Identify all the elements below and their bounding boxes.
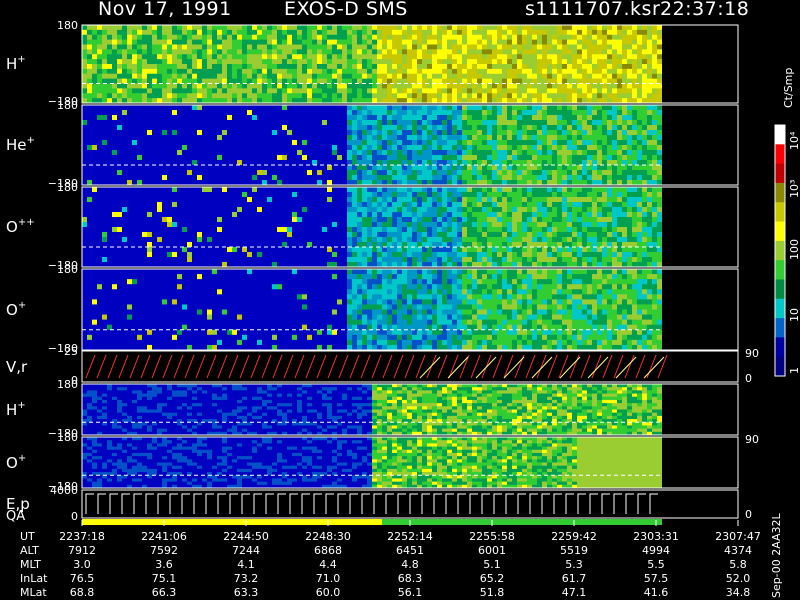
table-cell: 68.3: [397, 572, 423, 585]
table-cell: 2255:58: [469, 530, 515, 543]
table-cell: 4374: [724, 544, 752, 557]
colorbar-swatch: [775, 356, 785, 377]
table-cell: 4.1: [237, 558, 255, 571]
table-cell: 75.1: [151, 572, 177, 585]
colorbar-swatch: [775, 318, 785, 338]
row-label: MLat: [20, 586, 47, 599]
table-cell: 5.5: [647, 558, 665, 571]
table-cell: 6451: [396, 544, 424, 557]
table-cell: 73.2: [233, 572, 259, 585]
panel-cells-o2: [82, 437, 662, 489]
row-label: MLT: [20, 558, 41, 571]
qa-bar-yellow: [82, 519, 382, 525]
side-note: Sep-00 2AA32L: [770, 513, 783, 598]
colorbar-swatch: [775, 279, 785, 300]
panel-cells-o1: [82, 269, 662, 351]
table-cell: 2307:47: [715, 530, 761, 543]
table-cell: 2259:42: [551, 530, 597, 543]
table-cell: 57.5: [643, 572, 669, 585]
row-label: ALT: [20, 544, 39, 557]
table-cell: 2303:31: [633, 530, 679, 543]
table-cell: 2248:30: [305, 530, 351, 543]
table-cell: 5519: [560, 544, 588, 557]
table-cell: 47.1: [561, 586, 587, 599]
panel-cells-h1: [82, 25, 662, 104]
panel-cells-he: [82, 105, 662, 186]
colorbar-unit: Ct/Smp: [782, 67, 795, 108]
table-cell: 2244:50: [223, 530, 269, 543]
colorbar-swatch: [775, 144, 785, 165]
table-cell: 68.8: [69, 586, 95, 599]
colorbar-swatch: [775, 337, 785, 358]
table-cell: 60.0: [315, 586, 341, 599]
table-cell: 5.3: [565, 558, 583, 571]
table-cell: 2237:18: [59, 530, 105, 543]
colorbar-swatch: [775, 260, 785, 280]
table-cell: 6868: [314, 544, 342, 557]
table-cell: 4.8: [401, 558, 419, 571]
table-cell: 52.0: [725, 572, 751, 585]
colorbar-tick: 10: [788, 308, 800, 322]
table-cell: 3.6: [155, 558, 173, 571]
spectrogram-plot: [81, 24, 786, 526]
colorbar-swatch: [775, 202, 785, 223]
table-cell: 51.8: [479, 586, 505, 599]
table-cell: 7912: [68, 544, 96, 557]
table-cell: 76.5: [69, 572, 95, 585]
table-cell: 56.1: [397, 586, 423, 599]
colorbar-tick: 1: [788, 367, 800, 374]
panel-cells-h2: [82, 384, 662, 436]
colorbar-tick: 10⁴: [788, 131, 800, 150]
table-cell: 5.8: [729, 558, 747, 571]
table-cell: 4994: [642, 544, 670, 557]
row-label: InLat: [20, 572, 48, 585]
colorbar-swatch: [775, 163, 785, 184]
table-cell: 61.7: [561, 572, 587, 585]
colorbar-swatch: [775, 182, 785, 203]
table-cell: 65.2: [479, 572, 505, 585]
table-cell: 2252:14: [387, 530, 433, 543]
table-cell: 5.1: [483, 558, 501, 571]
table-cell: 2241:06: [141, 530, 187, 543]
table-cell: 4.4: [319, 558, 337, 571]
table-cell: 41.6: [643, 586, 669, 599]
colorbar-swatch: [775, 240, 785, 261]
colorbar-swatch: [775, 221, 785, 242]
panel-cells-opp: [82, 187, 662, 268]
table-cell: 63.3: [233, 586, 259, 599]
qa-bar-green: [382, 519, 662, 525]
row-label: UT: [20, 530, 35, 543]
colorbar-tick: 100: [788, 239, 800, 260]
table-cell: 6001: [478, 544, 506, 557]
table-cell: 3.0: [73, 558, 91, 571]
table-cell: 7244: [232, 544, 260, 557]
table-cell: 7592: [150, 544, 178, 557]
table-cell: 34.8: [725, 586, 751, 599]
table-cell: 66.3: [151, 586, 177, 599]
colorbar-tick: 10³: [788, 179, 800, 198]
colorbar-swatch: [775, 125, 785, 145]
table-cell: 71.0: [315, 572, 341, 585]
colorbar-swatch: [775, 298, 785, 319]
